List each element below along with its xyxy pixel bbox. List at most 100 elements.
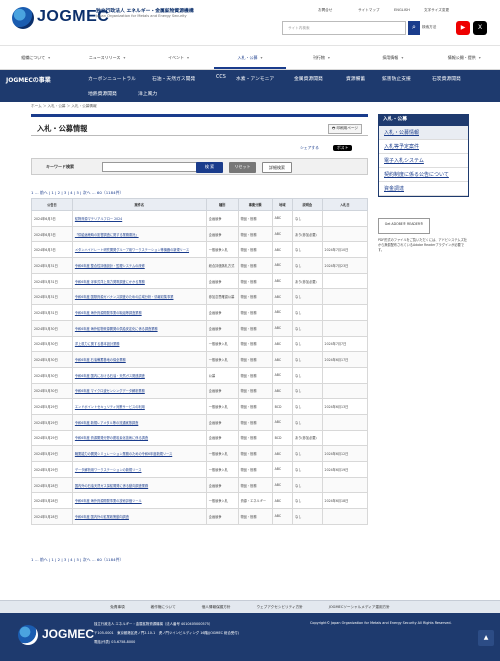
bid-title-link[interactable]: 令和6年度 整合性評価設計・監理システムの改修 <box>71 257 207 274</box>
bid-title-link[interactable]: 令和6年度 マイクロ波センシングデータ解析業務 <box>71 382 207 400</box>
table-row: 2024年5月29日 令和6年度 資源開発分野の脱炭素化技術に係る調査 企画競争 物品… <box>31 429 369 447</box>
table-cell <box>321 429 369 447</box>
footer-link[interactable]: ウェブアクセシビリティ方針 <box>256 601 302 613</box>
table-row: 2024年6月3日 メタンハイドレート研究開発グループ用ワークステーション等機器の… <box>31 241 369 259</box>
bid-title-link[interactable]: 令和6年度 海外資源開発事業の技術評価ツール <box>71 492 207 510</box>
table-cell: 物品・役務 <box>237 429 273 447</box>
table-cell <box>321 319 369 337</box>
sidebar-item-bids[interactable]: 入札・公募情報 <box>379 126 468 140</box>
search-icon[interactable]: ⌕ <box>408 21 420 35</box>
nav-bids[interactable]: 入札・公募 <box>214 48 286 69</box>
table-cell: 資源・エネルギー <box>237 492 273 510</box>
breadcrumb[interactable]: ホーム ＞ 入札・公募 ＞ 入札・公募情報 <box>31 104 97 109</box>
table-cell: ABC <box>271 413 294 431</box>
table-row: 2024年5月28日 令和6年度 海外資源開発事業の技術評価ツール 一般競争入札 資源… <box>31 492 369 510</box>
bid-title-link[interactable]: 「供給途絶時の影響調査に関する業務委託」 <box>71 225 207 243</box>
sidebar-item-funding[interactable]: 資金調達 <box>379 182 468 196</box>
bid-title-link[interactable]: 洋上風力に関する基本設計業務 <box>71 335 207 353</box>
biz-geothermal[interactable]: 地熱資源開発 <box>88 90 117 97</box>
english-link[interactable]: ENGLISH <box>394 8 410 12</box>
x-icon[interactable]: X <box>473 21 487 35</box>
nav-publications[interactable]: 刊行物 <box>286 48 357 69</box>
bid-title-link[interactable]: 令和6年度 国内における石油・天然ガス関連調査 <box>71 366 207 384</box>
table-cell: 2024年5月29日 <box>31 398 73 415</box>
table-header: 入札日 <box>321 198 369 211</box>
reset-button[interactable]: リセット <box>229 162 256 173</box>
table-cell: 物品・役務 <box>237 335 273 353</box>
sitemap-link[interactable]: サイトマップ <box>358 8 380 13</box>
pagination-top[interactable]: 1 … 前へ | 1 | 2 | 3 | 4 | 5 | 次へ … 60（118… <box>31 190 123 196</box>
bid-title-link[interactable]: データ解析用ワークステーションの新規リース <box>71 461 207 478</box>
search-input[interactable]: サイト内検索 <box>282 21 406 35</box>
nav-careers[interactable]: 採用情報 <box>357 48 428 69</box>
table-cell: 物品・役務 <box>237 398 273 415</box>
table-cell: なし <box>292 492 323 510</box>
table-row: 2024年5月31日 令和6年度 整合性評価設計・監理システムの改修 総合評価落札方… <box>31 257 369 274</box>
biz-coal[interactable]: 石炭資源開発 <box>432 75 461 82</box>
back-to-top-icon[interactable]: ▲ <box>478 630 494 646</box>
detail-search-button[interactable]: 詳細検索 <box>262 162 292 173</box>
bid-title-link[interactable]: 令和6年度 浮体式洋上風力発電調査にかかる業務 <box>71 272 207 290</box>
biz-ccs[interactable]: CCS <box>216 75 226 80</box>
adobe-reader-badge[interactable]: Get ADOBE® READER® <box>378 218 430 234</box>
nav-about[interactable]: 組織について <box>0 48 71 69</box>
bid-title-link[interactable]: 令和6年度 海外鉱物資源開発の供給安定化に係る調査業務 <box>71 319 207 337</box>
table-cell: 物品・役務 <box>237 225 273 243</box>
footer-link[interactable]: 免責事項 <box>110 601 124 613</box>
biz-carbon-neutral[interactable]: カーボンニュートラル <box>88 75 136 82</box>
bid-title-link[interactable]: 職業能力の開発シミュレーション業務のための令和6年度新規リース <box>71 445 207 462</box>
bid-title-link[interactable]: 令和6年度 国内外の鉱業政策動向調査 <box>71 508 207 525</box>
print-button[interactable]: 🖶 印刷用ページ <box>327 124 362 134</box>
table-cell: 企画競争 <box>205 210 239 227</box>
bid-title-link[interactable]: エンドポイントセキュリティ対策サービスの利用 <box>71 398 207 415</box>
table-row: 2024年5月31日 令和6年度 浮体式洋上風力発電調査にかかる業務 企画競争 物品・… <box>31 272 369 290</box>
post-button[interactable]: ポスト <box>333 145 353 151</box>
share-link[interactable]: シェアする <box>300 145 319 151</box>
logo-icon[interactable] <box>12 7 34 29</box>
table-cell: ABC <box>271 319 294 337</box>
nav-events[interactable]: イベント <box>143 48 214 69</box>
table-cell: 物品・役務 <box>237 304 273 321</box>
sidebar-title[interactable]: 入札・公募 <box>378 114 469 126</box>
bid-title-link[interactable]: 令和6年度 新規レアメタル等の流通実態調査 <box>71 413 207 431</box>
table-cell: 物品・役務 <box>237 351 273 368</box>
sidebar-item-e-bidding[interactable]: 電子入札システム <box>379 154 468 168</box>
table-cell <box>321 304 369 321</box>
bid-title-link[interactable]: 令和6年度 資源開発分野の脱炭素化技術に係る調査 <box>71 429 207 447</box>
search-help-link[interactable]: 検索方法 <box>422 25 436 30</box>
footer-link[interactable]: JOGMECソーシャルメディア運用方針 <box>329 601 390 613</box>
business-nav-title[interactable]: JOGMECの事業 <box>6 75 51 84</box>
biz-offshore-wind[interactable]: 洋上風力 <box>138 90 157 97</box>
table-cell: 2024年6月3日 <box>31 225 73 243</box>
contact-link[interactable]: お問合せ <box>318 8 332 13</box>
bid-title-link[interactable]: 鉱物資源マテリアルフロー 2024 <box>71 210 207 227</box>
biz-stockpile[interactable]: 資源備蓄 <box>346 75 365 82</box>
table-cell: 一般競争入札 <box>205 492 239 510</box>
biz-metals[interactable]: 金属資源開発 <box>294 75 323 82</box>
bid-title-link[interactable]: 令和6年度 海外資源開発事業の取組等調査業務 <box>71 304 207 321</box>
sidebar-item-contract[interactable]: 契約制度に係る公告について <box>379 168 468 182</box>
table-cell: ABC <box>271 304 294 321</box>
biz-hydrogen[interactable]: 水素・アンモニア <box>236 75 274 82</box>
biz-mine-pollution[interactable]: 鉱害防止支援 <box>382 75 411 82</box>
footer-link[interactable]: 著作権について <box>151 601 176 613</box>
table-cell: 2024年6月18日 <box>321 492 369 510</box>
table-cell: 2024年5月29日 <box>31 429 73 447</box>
table-cell: 企画競争 <box>205 508 239 525</box>
table-row: 2024年5月28日 国内外の石油天然ガス探鉱開発に係る動向調査業務 企画競争 物品・… <box>31 476 369 494</box>
table-cell: ABC <box>271 210 294 227</box>
bid-title-link[interactable]: 令和6年度 石油備蓄基地の保全業務 <box>71 351 207 368</box>
nav-news[interactable]: ニュースリリース <box>71 48 142 69</box>
youtube-icon[interactable]: ▶ <box>456 21 470 35</box>
footer-link[interactable]: 個人情報保護方針 <box>202 601 231 613</box>
nav-disclosure[interactable]: 情報公開・提供 <box>429 48 500 69</box>
bid-title-link[interactable]: 国内外の石油天然ガス探鉱開発に係る動向調査業務 <box>71 476 207 494</box>
search-button[interactable]: 検 索 <box>196 162 223 173</box>
table-cell: 物品・役務 <box>237 366 273 384</box>
biz-oil-gas[interactable]: 石油・天然ガス開発 <box>152 75 195 82</box>
bid-title-link[interactable]: メタンハイドレート研究開発グループ用ワークステーション等機器の新規リース <box>71 241 207 259</box>
pagination-bottom[interactable]: 1 … 前へ | 1 | 2 | 3 | 4 | 5 | 次へ … 60（118… <box>31 557 123 563</box>
bid-title-link[interactable]: 令和6年度 国際資源ガバナンス調査のための広域分析・情報収集事業 <box>71 288 207 306</box>
table-cell: ABC <box>271 225 294 243</box>
sidebar-item-upcoming[interactable]: 入札等予定案件 <box>379 140 468 154</box>
